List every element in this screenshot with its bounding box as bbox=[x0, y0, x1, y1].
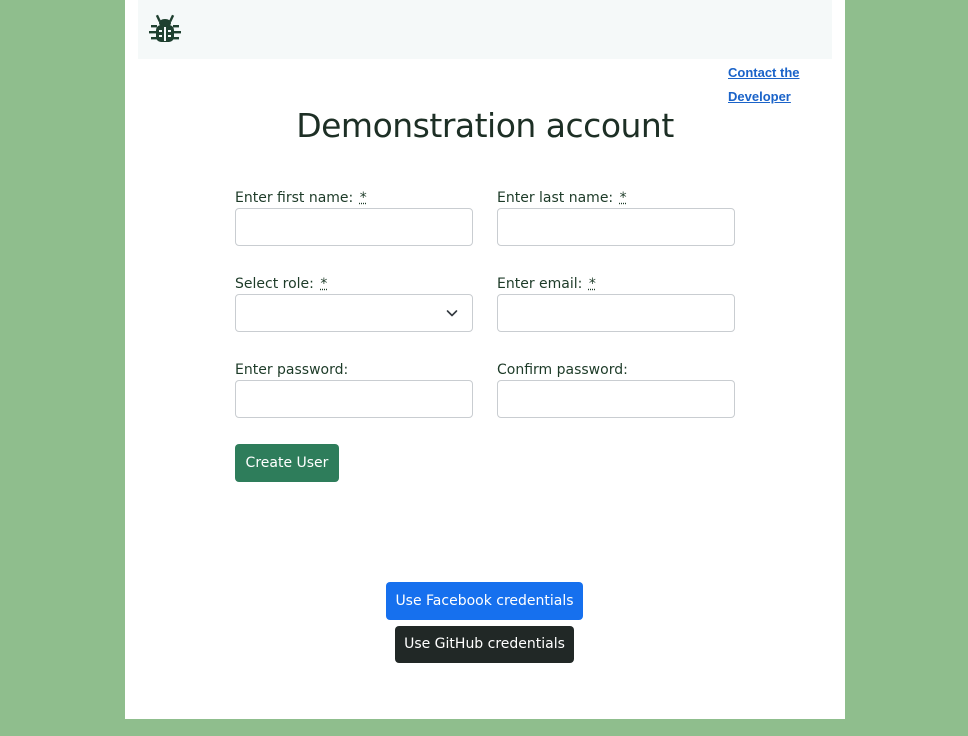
password-group: Enter password: bbox=[235, 360, 473, 418]
email-input[interactable] bbox=[497, 294, 735, 332]
required-marker: * bbox=[359, 190, 367, 206]
confirm-password-label: Confirm password: bbox=[497, 362, 628, 378]
first-name-group: Enter first name: * bbox=[235, 188, 473, 246]
email-group: Enter email: * bbox=[497, 274, 735, 332]
github-login-button[interactable]: Use GitHub credentials bbox=[395, 626, 574, 663]
first-name-label: Enter first name: * bbox=[235, 190, 367, 206]
confirm-password-group: Confirm password: bbox=[497, 360, 735, 418]
contact-developer-link[interactable]: Contact the Developer bbox=[728, 61, 818, 109]
page-container: Contact the Developer Demonstration acco… bbox=[125, 0, 845, 719]
password-label: Enter password: bbox=[235, 362, 349, 378]
role-group: Select role: * bbox=[235, 274, 473, 332]
required-marker: * bbox=[619, 190, 627, 206]
bug-icon[interactable] bbox=[148, 12, 182, 46]
last-name-label: Enter last name: * bbox=[497, 190, 627, 206]
last-name-input[interactable] bbox=[497, 208, 735, 246]
navbar bbox=[138, 0, 832, 59]
password-input[interactable] bbox=[235, 380, 473, 418]
page-title: Demonstration account bbox=[296, 106, 674, 145]
confirm-password-input[interactable] bbox=[497, 380, 735, 418]
role-label: Select role: * bbox=[235, 276, 328, 292]
first-name-input[interactable] bbox=[235, 208, 473, 246]
required-marker: * bbox=[320, 276, 328, 292]
chevron-down-icon bbox=[446, 310, 458, 317]
facebook-login-button[interactable]: Use Facebook credentials bbox=[386, 582, 583, 620]
create-user-button[interactable]: Create User bbox=[235, 444, 339, 482]
role-select[interactable] bbox=[235, 294, 473, 332]
last-name-group: Enter last name: * bbox=[497, 188, 735, 246]
required-marker: * bbox=[588, 276, 596, 292]
email-label: Enter email: * bbox=[497, 276, 596, 292]
